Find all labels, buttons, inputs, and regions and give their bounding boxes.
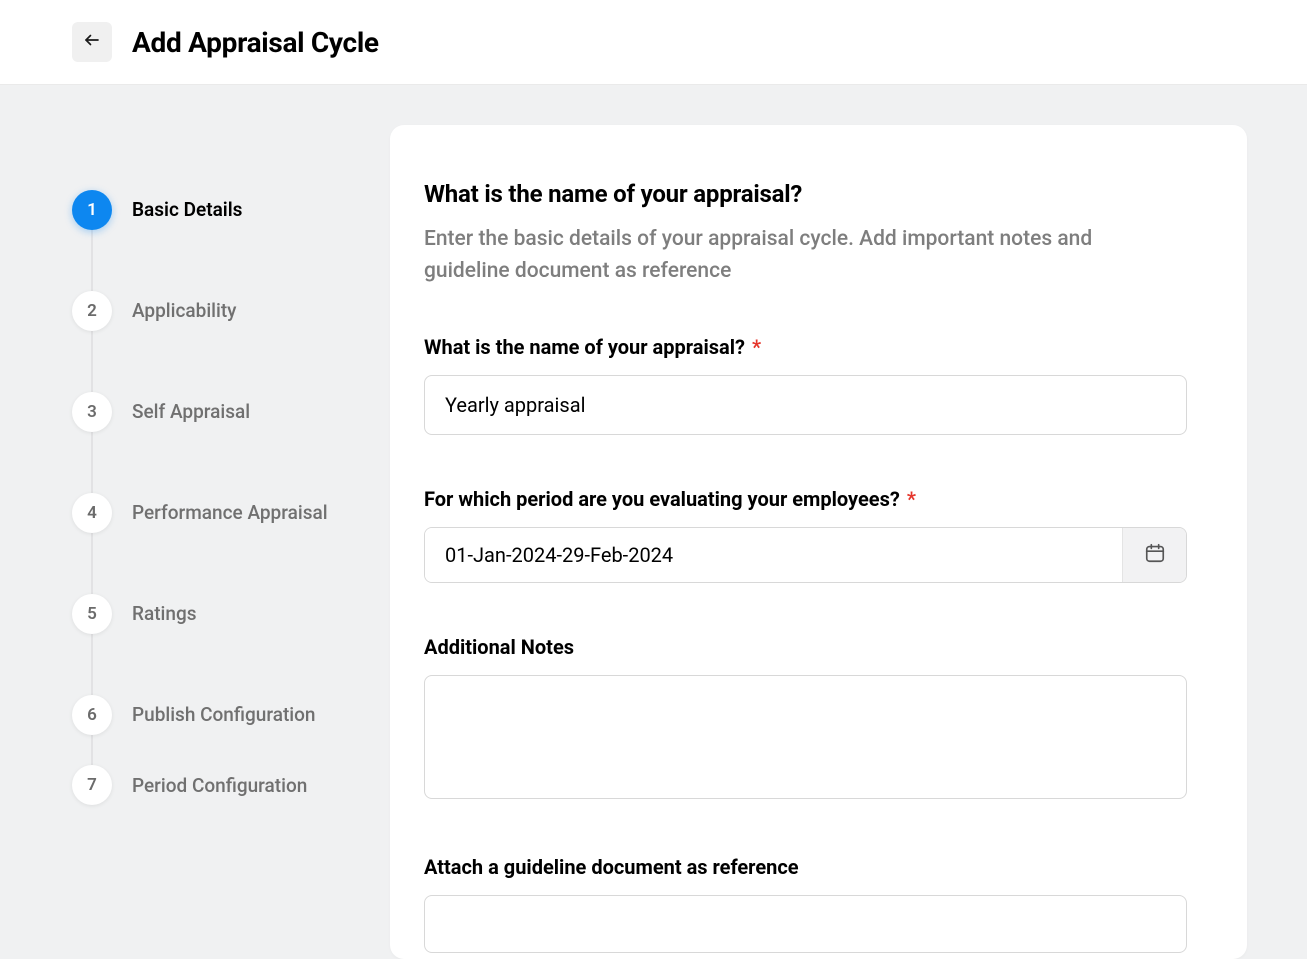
page-header: Add Appraisal Cycle [0, 0, 1307, 85]
step-circle-7[interactable]: 7 [72, 765, 112, 805]
date-picker-button[interactable] [1122, 528, 1186, 582]
notes-textarea[interactable] [424, 675, 1187, 799]
step-label-3: Self Appraisal [132, 400, 250, 423]
step-circle-1[interactable]: 1 [72, 190, 112, 230]
appraisal-name-input[interactable] [424, 375, 1187, 435]
calendar-icon [1144, 542, 1166, 568]
form-heading: What is the name of your appraisal? [424, 180, 1187, 208]
required-asterisk: * [907, 487, 916, 511]
step-item-7[interactable]: 7 Period Configuration [72, 765, 390, 805]
attach-dropzone[interactable] [424, 895, 1187, 953]
page-title: Add Appraisal Cycle [132, 26, 379, 59]
step-item-6[interactable]: 6 Publish Configuration [72, 664, 390, 765]
notes-field-label: Additional Notes [424, 635, 1187, 659]
content-area: 1 Basic Details 2 Applicability 3 Self Apprai… [0, 85, 1307, 959]
required-asterisk: * [752, 335, 761, 359]
step-label-2: Applicability [132, 299, 236, 322]
step-label-4: Performance Appraisal [132, 501, 328, 524]
step-item-3[interactable]: 3 Self Appraisal [72, 361, 390, 462]
step-circle-3[interactable]: 3 [72, 392, 112, 432]
form-panel: What is the name of your appraisal? Ente… [390, 125, 1247, 959]
step-circle-4[interactable]: 4 [72, 493, 112, 533]
arrow-left-icon [83, 31, 101, 53]
name-field-block: What is the name of your appraisal? * [424, 335, 1187, 435]
attach-field-label: Attach a guideline document as reference [424, 855, 1187, 879]
step-item-1[interactable]: 1 Basic Details [72, 159, 390, 260]
step-label-6: Publish Configuration [132, 703, 315, 726]
name-field-label-text: What is the name of your appraisal? [424, 335, 745, 359]
step-item-5[interactable]: 5 Ratings [72, 563, 390, 664]
step-label-5: Ratings [132, 602, 197, 625]
period-field-block: For which period are you evaluating your… [424, 487, 1187, 583]
step-item-4[interactable]: 4 Performance Appraisal [72, 462, 390, 563]
form-subheading: Enter the basic details of your appraisa… [424, 224, 1154, 287]
notes-field-block: Additional Notes [424, 635, 1187, 803]
period-field-label: For which period are you evaluating your… [424, 487, 1187, 511]
step-label-1: Basic Details [132, 198, 242, 221]
name-field-label: What is the name of your appraisal? * [424, 335, 1187, 359]
period-field-label-text: For which period are you evaluating your… [424, 487, 900, 511]
step-item-2[interactable]: 2 Applicability [72, 260, 390, 361]
period-input[interactable] [425, 528, 1122, 582]
step-label-7: Period Configuration [132, 774, 307, 797]
step-circle-2[interactable]: 2 [72, 291, 112, 331]
attach-field-block: Attach a guideline document as reference [424, 855, 1187, 953]
step-circle-6[interactable]: 6 [72, 695, 112, 735]
period-input-wrap [424, 527, 1187, 583]
step-circle-5[interactable]: 5 [72, 594, 112, 634]
back-button[interactable] [72, 22, 112, 62]
step-sidebar: 1 Basic Details 2 Applicability 3 Self Apprai… [0, 125, 390, 959]
